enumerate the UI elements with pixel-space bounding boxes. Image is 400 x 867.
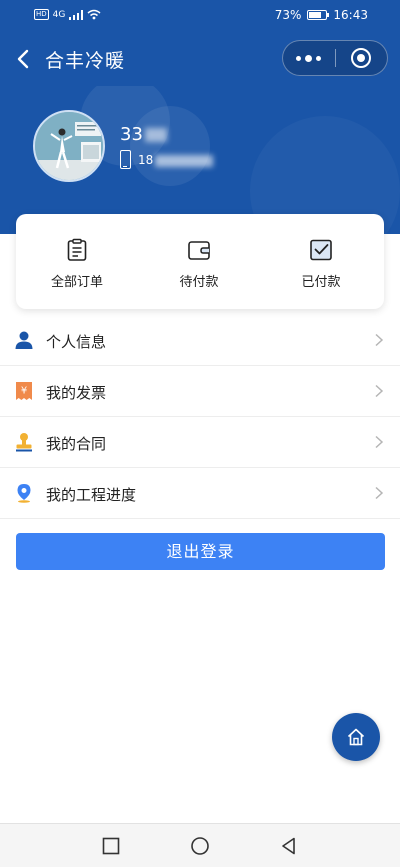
- checkbox-icon: [310, 239, 332, 261]
- all-orders-button[interactable]: 全部订单: [16, 214, 138, 309]
- battery-percent: 73%: [274, 8, 302, 22]
- menu-label: 我的合同: [46, 435, 107, 453]
- chevron-left-icon[interactable]: [14, 48, 34, 70]
- hd-badge: HD: [34, 9, 49, 20]
- status-right: 73% 16:43: [275, 8, 368, 22]
- clock: 16:43: [333, 8, 368, 22]
- network-label: 4G: [52, 9, 66, 20]
- stamp-icon: [16, 433, 32, 452]
- chevron-right-icon: [375, 384, 384, 398]
- signal-icon: [69, 9, 84, 20]
- menu-list: 个人信息 ¥ 我的发票 我的合同 我的工程进度: [0, 315, 400, 519]
- phone-icon: [120, 150, 131, 169]
- recent-apps-icon[interactable]: [101, 836, 121, 856]
- clipboard-icon: [67, 238, 87, 261]
- miniprogram-capsule: [282, 40, 388, 76]
- system-nav-bar: [0, 823, 400, 867]
- wifi-icon: [87, 9, 101, 20]
- close-miniprogram-button[interactable]: [335, 41, 387, 75]
- user-name: 33: [120, 124, 167, 145]
- invoice-icon: ¥: [16, 382, 32, 400]
- order-card: 全部订单 待付款 已付款: [16, 214, 384, 309]
- target-circle-icon: [351, 48, 372, 68]
- order-label: 待付款: [179, 275, 219, 290]
- nav-bar: 合丰冷暖: [0, 32, 400, 86]
- person-icon: [15, 331, 33, 349]
- home-button[interactable]: [332, 713, 380, 761]
- chevron-right-icon: [375, 486, 384, 500]
- wallet-icon: [188, 241, 210, 260]
- logout-button[interactable]: 退出登录: [16, 533, 385, 570]
- svg-text:¥: ¥: [21, 386, 27, 397]
- page-title: 合丰冷暖: [45, 50, 126, 72]
- menu-item-personal-info[interactable]: 个人信息: [0, 315, 400, 366]
- user-phone: 18: [138, 153, 214, 167]
- back-triangle-icon[interactable]: [279, 836, 299, 856]
- paid-orders-button[interactable]: 已付款: [260, 214, 382, 309]
- pending-payment-button[interactable]: 待付款: [138, 214, 260, 309]
- order-label: 已付款: [301, 275, 341, 290]
- menu-label: 个人信息: [46, 333, 107, 351]
- status-bar: HD 4G 73% 16:43: [0, 0, 400, 32]
- decor-bubble: [130, 106, 210, 186]
- order-label: 全部订单: [50, 275, 103, 290]
- more-dots-icon[interactable]: [283, 41, 335, 75]
- menu-item-project-progress[interactable]: 我的工程进度: [0, 468, 400, 519]
- menu-item-contract[interactable]: 我的合同: [0, 417, 400, 468]
- avatar[interactable]: [33, 110, 105, 182]
- menu-label: 我的工程进度: [46, 486, 137, 504]
- home-circle-icon[interactable]: [190, 836, 210, 856]
- chevron-right-icon: [375, 333, 384, 347]
- location-pin-icon: [17, 484, 31, 503]
- chevron-right-icon: [375, 435, 384, 449]
- home-icon: [347, 728, 365, 746]
- battery-icon: [307, 10, 330, 20]
- menu-label: 我的发票: [46, 384, 107, 402]
- status-left: HD 4G: [34, 9, 101, 20]
- menu-item-invoice[interactable]: ¥ 我的发票: [0, 366, 400, 417]
